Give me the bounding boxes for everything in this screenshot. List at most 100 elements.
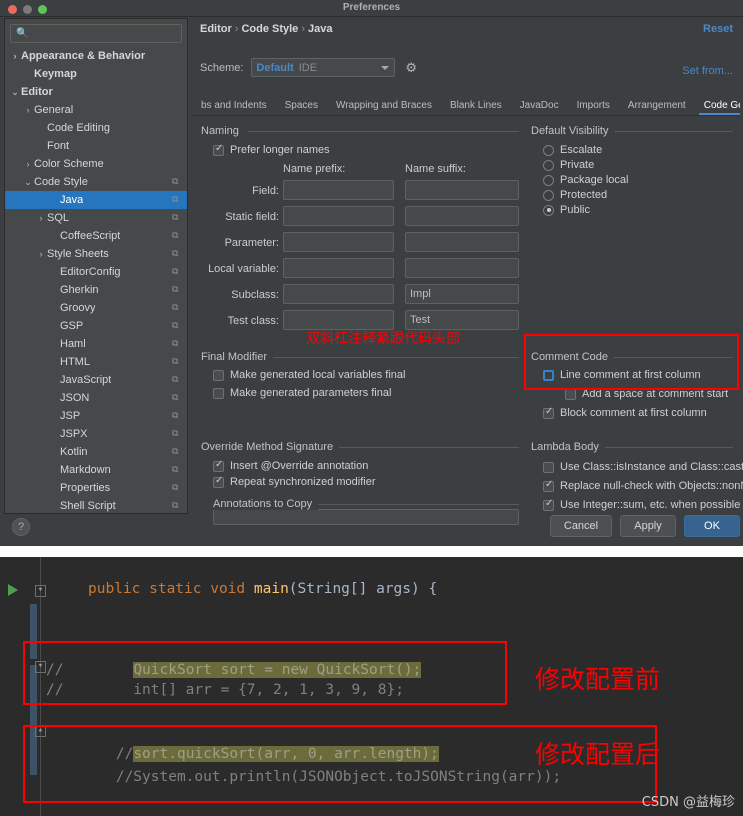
chevron-right-icon[interactable]: › — [9, 51, 21, 61]
naming-suffix-input-5[interactable]: Test — [405, 310, 519, 330]
fold-marker-end[interactable]: ▴ — [35, 725, 46, 737]
sidebar-item-haml[interactable]: Haml ⧉ — [5, 335, 187, 353]
comment-code-option-0[interactable]: Line comment at first column — [543, 369, 701, 381]
prefer-longer-names-checkbox[interactable]: Prefer longer names — [213, 143, 330, 156]
naming-prefix-input-5[interactable] — [283, 310, 394, 330]
sidebar-item-style-sheets[interactable]: › Style Sheets ⧉ — [5, 245, 187, 263]
copy-scheme-icon[interactable]: ⧉ — [172, 501, 181, 510]
code-line-before-1[interactable]: // QuickSort sort = new QuickSort(); — [46, 662, 422, 678]
sidebar-item-gsp[interactable]: GSP ⧉ — [5, 317, 187, 335]
search-input[interactable] — [28, 27, 176, 40]
sidebar-item-kotlin[interactable]: Kotlin ⧉ — [5, 443, 187, 461]
fold-marker-method[interactable]: ▾ — [35, 585, 46, 597]
sidebar-item-sql[interactable]: › SQL ⧉ — [5, 209, 187, 227]
visibility-option-0[interactable]: Escalate — [543, 144, 602, 156]
final-modifier-option-1[interactable]: Make generated parameters final — [213, 387, 391, 399]
chevron-right-icon[interactable]: › — [35, 213, 47, 223]
comment-code-option-2[interactable]: Block comment at first column — [543, 406, 707, 419]
tab-code-generation[interactable]: Code Generation — [695, 100, 740, 115]
sidebar-item-general[interactable]: › General — [5, 101, 187, 119]
visibility-option-4[interactable]: Public — [543, 204, 590, 216]
naming-suffix-input-3[interactable] — [405, 258, 519, 278]
copy-scheme-icon[interactable]: ⧉ — [172, 339, 181, 348]
sidebar-item-java[interactable]: Java ⧉ — [5, 191, 187, 209]
naming-prefix-input-1[interactable] — [283, 206, 394, 226]
copy-scheme-icon[interactable]: ⧉ — [172, 231, 181, 240]
naming-prefix-input-0[interactable] — [283, 180, 394, 200]
breadcrumb-item-java[interactable]: Java — [308, 23, 332, 35]
apply-button[interactable]: Apply — [620, 515, 676, 537]
comment-code-option-1[interactable]: Add a space at comment start — [565, 388, 728, 400]
set-from-link[interactable]: Set from... — [682, 65, 733, 77]
sidebar-item-editor[interactable]: ⌄ Editor — [5, 83, 187, 101]
override-option-0[interactable]: Insert @Override annotation — [213, 459, 368, 472]
sidebar-item-json[interactable]: JSON ⧉ — [5, 389, 187, 407]
sidebar-item-groovy[interactable]: Groovy ⧉ — [5, 299, 187, 317]
naming-suffix-input-0[interactable] — [405, 180, 519, 200]
chevron-down-icon[interactable]: ⌄ — [9, 87, 21, 98]
copy-scheme-icon[interactable]: ⧉ — [172, 177, 181, 186]
copy-scheme-icon[interactable]: ⧉ — [172, 195, 181, 204]
sidebar-item-code-style[interactable]: ⌄ Code Style ⧉ — [5, 173, 187, 191]
code-line-signature[interactable]: public static void main(String[] args) { — [88, 581, 437, 597]
code-line-after-2[interactable]: //System.out.println(JSONObject.toJSONSt… — [46, 769, 561, 785]
sidebar-item-color-scheme[interactable]: › Color Scheme — [5, 155, 187, 173]
copy-scheme-icon[interactable]: ⧉ — [172, 213, 181, 222]
lambda-option-1[interactable]: Replace null-check with Objects::nonN — [543, 479, 743, 492]
naming-prefix-input-3[interactable] — [283, 258, 394, 278]
sidebar-item-javascript[interactable]: JavaScript ⧉ — [5, 371, 187, 389]
sidebar-item-gherkin[interactable]: Gherkin ⧉ — [5, 281, 187, 299]
cancel-button[interactable]: Cancel — [550, 515, 612, 537]
copy-scheme-icon[interactable]: ⧉ — [172, 393, 181, 402]
code-line-before-2[interactable]: // int[] arr = {7, 2, 1, 3, 9, 8}; — [46, 682, 404, 698]
sidebar-item-properties[interactable]: Properties ⧉ — [5, 479, 187, 497]
copy-scheme-icon[interactable]: ⧉ — [172, 249, 181, 258]
naming-suffix-input-2[interactable] — [405, 232, 519, 252]
sidebar-item-editorconfig[interactable]: EditorConfig ⧉ — [5, 263, 187, 281]
chevron-down-icon[interactable]: ⌄ — [22, 177, 34, 188]
naming-prefix-input-2[interactable] — [283, 232, 394, 252]
sidebar-item-coffeescript[interactable]: CoffeeScript ⧉ — [5, 227, 187, 245]
naming-suffix-input-1[interactable] — [405, 206, 519, 226]
breadcrumb-item-code-style[interactable]: Code Style — [241, 23, 298, 35]
chevron-right-icon[interactable]: › — [22, 159, 34, 169]
naming-prefix-input-4[interactable] — [283, 284, 394, 304]
final-modifier-option-0[interactable]: Make generated local variables final — [213, 369, 406, 381]
copy-scheme-icon[interactable]: ⧉ — [172, 303, 181, 312]
visibility-option-1[interactable]: Private — [543, 159, 594, 171]
scheme-select[interactable]: Default IDE — [251, 58, 396, 77]
sidebar-item-jsp[interactable]: JSP ⧉ — [5, 407, 187, 425]
copy-scheme-icon[interactable]: ⧉ — [172, 321, 181, 330]
sidebar-item-markdown[interactable]: Markdown ⧉ — [5, 461, 187, 479]
tab-bs-and-indents[interactable]: bs and Indents — [192, 100, 276, 115]
breadcrumb-item-editor[interactable]: Editor — [200, 23, 232, 35]
tab-spaces[interactable]: Spaces — [276, 100, 327, 115]
sidebar-item-html[interactable]: HTML ⧉ — [5, 353, 187, 371]
visibility-option-2[interactable]: Package local — [543, 174, 629, 186]
sidebar-item-font[interactable]: Font — [5, 137, 187, 155]
copy-scheme-icon[interactable]: ⧉ — [172, 411, 181, 420]
copy-scheme-icon[interactable]: ⧉ — [172, 267, 181, 276]
tab-arrangement[interactable]: Arrangement — [619, 100, 695, 115]
tab-wrapping-and-braces[interactable]: Wrapping and Braces — [327, 100, 441, 115]
visibility-option-3[interactable]: Protected — [543, 189, 607, 201]
tab-blank-lines[interactable]: Blank Lines — [441, 100, 511, 115]
copy-scheme-icon[interactable]: ⧉ — [172, 465, 181, 474]
sidebar-item-jspx[interactable]: JSPX ⧉ — [5, 425, 187, 443]
naming-suffix-input-4[interactable]: Impl — [405, 284, 519, 304]
run-arrow-icon[interactable] — [8, 584, 18, 596]
sidebar-item-keymap[interactable]: Keymap — [5, 65, 187, 83]
reset-link[interactable]: Reset — [703, 23, 733, 35]
copy-scheme-icon[interactable]: ⧉ — [172, 357, 181, 366]
fold-marker-comment[interactable]: ▾ — [35, 661, 46, 673]
override-option-1[interactable]: Repeat synchronized modifier — [213, 475, 376, 488]
tab-imports[interactable]: Imports — [568, 100, 619, 115]
sidebar-item-appearance-behavior[interactable]: › Appearance & Behavior — [5, 47, 187, 65]
copy-scheme-icon[interactable]: ⧉ — [172, 447, 181, 456]
help-button[interactable]: ? — [12, 518, 30, 536]
ok-button[interactable]: OK — [684, 515, 740, 537]
code-line-after-1[interactable]: //sort.quickSort(arr, 0, arr.length); — [46, 746, 439, 762]
search-box[interactable]: 🔍 — [10, 24, 182, 43]
gear-icon[interactable]: ⚙ — [405, 61, 417, 74]
copy-scheme-icon[interactable]: ⧉ — [172, 429, 181, 438]
